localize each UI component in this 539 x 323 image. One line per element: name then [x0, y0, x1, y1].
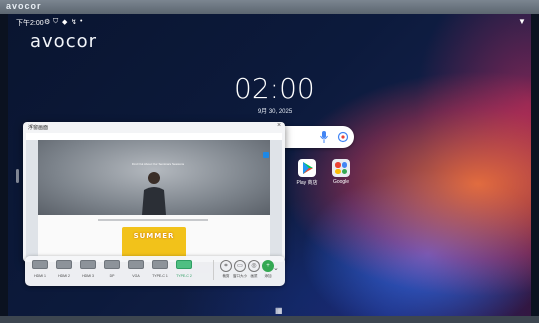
- collapse-chevron-icon[interactable]: ⌄: [273, 264, 279, 272]
- avocor-logo: avocor: [30, 31, 98, 52]
- presenter-image: [142, 172, 166, 215]
- summer-banner-text: SUMMER: [133, 232, 175, 240]
- mic-icon[interactable]: [319, 131, 329, 143]
- wifi-icon: ▼: [518, 17, 526, 26]
- bezel-brand: avocor: [6, 1, 42, 11]
- date: 9月 30, 2025: [257, 109, 293, 115]
- google-apps-icon[interactable]: [332, 159, 350, 177]
- toolbar-divider: [213, 260, 214, 280]
- status-time: 下午2:00: [16, 20, 44, 27]
- google-app[interactable]: Google: [326, 159, 356, 185]
- floating-window[interactable]: 浮窗画面 × Find Out About Our Seminars Sessi…: [23, 122, 285, 262]
- hdmi-icon: [80, 260, 96, 269]
- web-headline: Find Out About Our Seminars Sessions: [131, 162, 185, 166]
- vga-icon: [128, 260, 144, 269]
- web-text-line: [98, 219, 208, 221]
- source-dp[interactable]: DP: [103, 260, 121, 278]
- play-store-icon[interactable]: [298, 159, 316, 177]
- web-hero-image: Find Out About Our Seminars Sessions: [38, 140, 270, 215]
- web-section: SUMMER: [38, 215, 270, 260]
- window-close-button[interactable]: ×: [277, 122, 281, 129]
- hdmi-icon: [32, 260, 48, 269]
- google-label: Google: [332, 179, 350, 185]
- source-hdmi-2[interactable]: HDMI 2: [55, 260, 73, 278]
- web-nav-bar: [26, 133, 282, 140]
- source-hdmi-3[interactable]: HDMI 3: [79, 260, 97, 278]
- chat-icon[interactable]: [263, 152, 269, 158]
- type-c-icon: [152, 260, 168, 269]
- top-bezel: [0, 0, 539, 14]
- type-c-icon: [176, 260, 192, 269]
- source-vga[interactable]: VGA: [127, 260, 145, 278]
- app-grid-icon[interactable]: ▦: [275, 306, 283, 315]
- window-content[interactable]: Find Out About Our Seminars Sessions SUM…: [26, 133, 282, 260]
- play-store-label: Play 商店: [296, 180, 318, 186]
- source-type-c-2[interactable]: TYPE-C 2: [175, 260, 193, 278]
- source-toolbar: HDMI 1 HDMI 2 HDMI 3 DP VGA TYPE-C 1 TYP…: [25, 256, 285, 286]
- vpn-icon: ◆: [62, 19, 68, 26]
- dp-icon: [104, 260, 120, 269]
- lens-icon[interactable]: [337, 131, 349, 143]
- shield-icon: ⛉: [53, 18, 59, 25]
- side-handle-left[interactable]: [16, 169, 19, 183]
- source-type-c-1[interactable]: TYPE-C 1: [151, 260, 169, 278]
- settings-icon: ⚙: [44, 19, 51, 26]
- bottom-bezel: [0, 316, 539, 323]
- location-icon: ↯: [71, 19, 77, 26]
- hdmi-icon: [56, 260, 72, 269]
- play-store-app[interactable]: Play 商店: [292, 159, 322, 186]
- window-title: 浮窗画面: [28, 125, 49, 131]
- source-hdmi-1[interactable]: HDMI 1: [31, 260, 49, 278]
- clock: 02:00: [234, 72, 315, 105]
- dot-icon: •: [80, 18, 83, 25]
